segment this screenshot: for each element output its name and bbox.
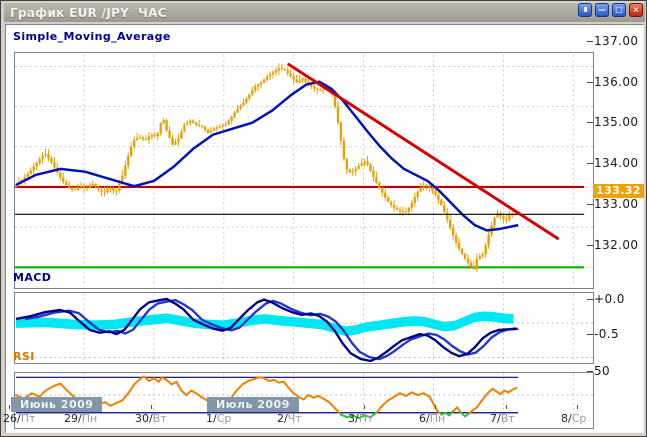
rsi-panel[interactable]: [14, 372, 594, 429]
price-chart-canvas[interactable]: [15, 53, 593, 288]
maximize-button[interactable]: □: [612, 3, 626, 17]
macd-panel[interactable]: [14, 292, 594, 364]
macd-canvas[interactable]: [15, 293, 593, 363]
window-buttons: II—□×: [578, 3, 643, 17]
chart-window: График EUR /JPY ЧАС II—□× Simple_Moving_…: [0, 0, 647, 437]
window-titlebar[interactable]: График EUR /JPY ЧАС: [4, 3, 645, 22]
chart-content-area: [5, 24, 644, 433]
minimize-button[interactable]: —: [595, 3, 609, 17]
rsi-canvas[interactable]: [15, 373, 593, 428]
close-button[interactable]: ×: [629, 3, 643, 17]
window-title: График EUR /JPY ЧАС: [4, 6, 167, 20]
price-chart-panel[interactable]: [14, 52, 594, 289]
pause-button[interactable]: II: [578, 3, 592, 17]
